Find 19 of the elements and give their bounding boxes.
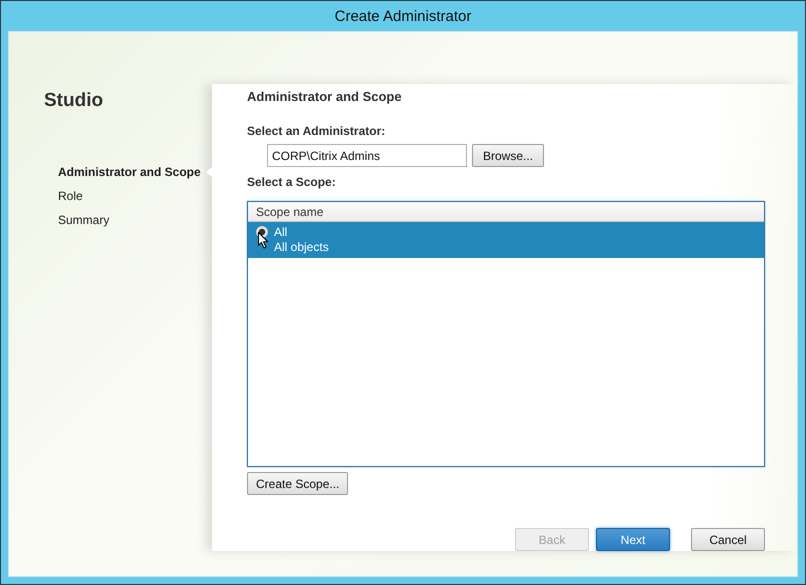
wizard-step[interactable]: Administrator and Scope — [44, 164, 212, 180]
brand-title: Studio — [44, 90, 104, 112]
field-label: Select a Scope: — [247, 175, 337, 189]
current-step-pointer-icon — [206, 166, 213, 178]
column-header[interactable]: Scope name — [256, 204, 324, 218]
scope-description: All objects — [274, 240, 329, 255]
create-scope-button[interactable]: Create Scope... — [247, 472, 348, 495]
wizard-button[interactable]: Cancel — [691, 528, 765, 551]
wizard-step[interactable]: Summary — [44, 212, 212, 228]
window-title: Create Administrator — [334, 8, 472, 24]
scope-name: All — [274, 225, 288, 240]
browse-button[interactable]: Browse... — [472, 144, 544, 167]
scope-row[interactable]: All All objects — [248, 222, 764, 258]
administrator-field[interactable]: CORP\Citrix Admins — [267, 144, 467, 167]
wizard-step[interactable]: Role — [44, 188, 212, 204]
field-label: Select an Administrator: — [247, 124, 386, 138]
page-heading: Administrator and Scope — [247, 89, 403, 104]
wizard-button[interactable]: Next — [596, 528, 670, 551]
mouse-pointer-icon — [258, 232, 269, 249]
